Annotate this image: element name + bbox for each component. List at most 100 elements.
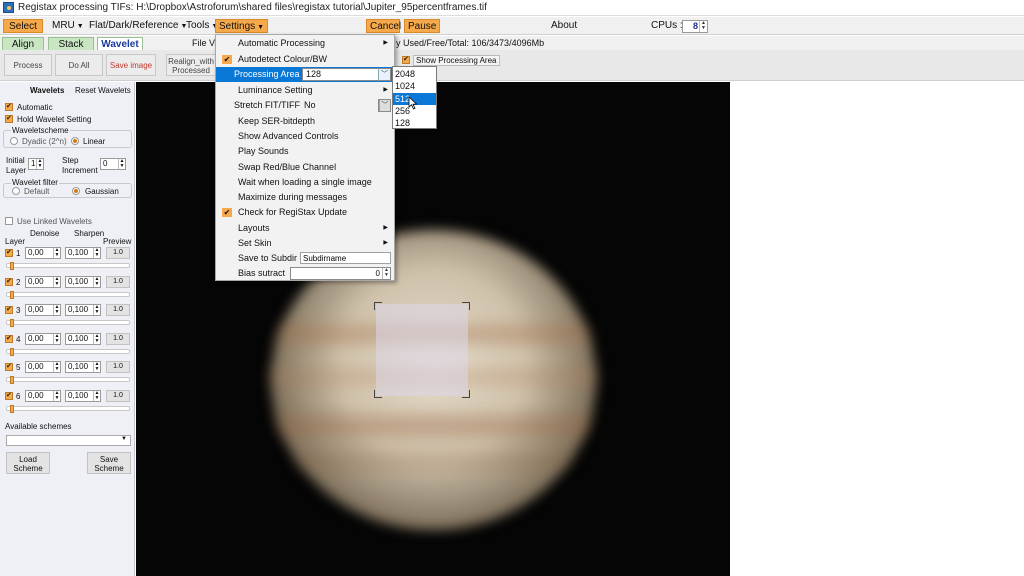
stretch-combo[interactable]: ﹀	[378, 99, 391, 112]
layer-checkbox[interactable]	[5, 334, 13, 343]
spin-arrows-icon[interactable]: ▲ ▼	[93, 333, 100, 344]
wavelets-tab[interactable]: Wavelets	[30, 86, 64, 95]
linear-radio[interactable]	[71, 137, 79, 145]
spin-arrows-icon[interactable]: ▲ ▼	[93, 276, 100, 287]
denoise-stepper[interactable]: 0,00 ▲ ▼	[25, 361, 61, 373]
gaussian-filter-radio[interactable]	[72, 187, 80, 195]
chevron-down-icon[interactable]: ﹀	[378, 69, 390, 80]
load-scheme-button[interactable]: Load Scheme	[6, 452, 50, 474]
spin-arrows-icon[interactable]: ▲ ▼	[53, 362, 60, 372]
processing-area-combo[interactable]: 128 ﹀	[302, 68, 391, 81]
layer-slider[interactable]	[6, 319, 130, 327]
menu-layouts[interactable]: Layouts ▶	[216, 221, 394, 236]
pause-button[interactable]: Pause	[404, 19, 440, 33]
processing-area-rectangle[interactable]	[374, 302, 470, 398]
tab-wavelet[interactable]: Wavelet	[97, 37, 143, 50]
layer-slider[interactable]	[6, 376, 130, 384]
spin-arrows-icon[interactable]: ▲ ▼	[118, 159, 125, 169]
reset-wavelets-button[interactable]: Reset Wavelets	[75, 86, 131, 95]
cancel-button[interactable]: Cancel	[366, 19, 401, 33]
sharpen-stepper[interactable]: 0,100 ▲ ▼	[65, 332, 101, 345]
menu-select[interactable]: Select	[3, 19, 43, 33]
show-processing-area-checkbox[interactable]	[402, 55, 410, 64]
tab-align[interactable]: Align	[2, 37, 44, 50]
process-button[interactable]: Process	[4, 54, 52, 76]
cpus-stepper[interactable]: 8 ▲ ▼	[682, 20, 708, 33]
preview-button[interactable]: 1.0	[106, 389, 130, 402]
initial-layer-stepper[interactable]: 1 ▲ ▼	[28, 158, 44, 170]
denoise-stepper[interactable]: 0,00 ▲ ▼	[25, 304, 61, 316]
menu-mru[interactable]: MRU ▼	[49, 19, 87, 33]
layer-slider[interactable]	[6, 404, 130, 413]
menu-stretch-fit-tiff[interactable]: Stretch FIT/TIFF No ﹀	[216, 98, 394, 113]
layer-checkbox[interactable]	[5, 248, 13, 257]
subdir-name-input[interactable]	[300, 252, 391, 264]
menu-automatic-processing[interactable]: Automatic Processing ▶	[216, 36, 394, 51]
default-filter-radio[interactable]	[12, 187, 20, 195]
layer-slider[interactable]	[6, 262, 130, 270]
denoise-stepper[interactable]: 0,00 ▲ ▼	[25, 389, 61, 402]
menu-bias-subtract[interactable]: Bias sutract 0 ▲ ▼	[216, 266, 394, 281]
spin-arrows-icon[interactable]: ▲ ▼	[699, 21, 707, 32]
slider-thumb[interactable]	[10, 290, 14, 299]
sharpen-stepper[interactable]: 0,100 ▲ ▼	[65, 389, 101, 402]
save-scheme-button[interactable]: Save Scheme	[87, 452, 131, 474]
slider-thumb[interactable]	[10, 319, 14, 327]
slider-thumb[interactable]	[10, 404, 14, 413]
spin-arrows-icon[interactable]: ▲ ▼	[53, 276, 60, 287]
layer-slider[interactable]	[6, 347, 130, 356]
preview-button[interactable]: 1.0	[106, 275, 130, 288]
processing-area-option[interactable]: 1024	[393, 80, 436, 92]
preview-button[interactable]: 1.0	[106, 332, 130, 345]
menu-play-sounds[interactable]: Play Sounds	[216, 144, 394, 159]
layer-checkbox[interactable]	[5, 277, 13, 286]
menu-about[interactable]: About	[548, 19, 580, 33]
denoise-stepper[interactable]: 0,00 ▲ ▼	[25, 247, 61, 259]
menu-settings[interactable]: Settings ▼	[215, 19, 269, 33]
menu-set-skin[interactable]: Set Skin ▶	[216, 236, 394, 251]
spin-arrows-icon[interactable]: ▲ ▼	[53, 390, 60, 401]
layer-checkbox[interactable]	[5, 362, 13, 371]
layer-slider[interactable]	[6, 290, 130, 299]
menu-swap-red-blue[interactable]: Swap Red/Blue Channel	[216, 160, 394, 175]
tab-stack[interactable]: Stack	[48, 37, 94, 50]
automatic-checkbox[interactable]	[5, 102, 13, 111]
menu-luminance-setting[interactable]: Luminance Setting ▶	[216, 83, 394, 98]
preview-button[interactable]: 1.0	[106, 361, 130, 373]
spin-arrows-icon[interactable]: ▲ ▼	[36, 159, 43, 169]
save-image-button[interactable]: Save image	[106, 54, 156, 76]
dyadic-radio[interactable]	[10, 137, 18, 145]
menu-show-advanced-controls[interactable]: Show Advanced Controls	[216, 129, 394, 144]
do-all-button[interactable]: Do All	[55, 54, 103, 76]
step-increment-stepper[interactable]: 0 ▲ ▼	[100, 158, 126, 170]
menu-save-to-subdir[interactable]: Save to Subdir	[216, 251, 394, 266]
processing-area-option[interactable]: 128	[393, 117, 436, 129]
menu-processing-area[interactable]: Processing Area 128 ﹀	[216, 67, 394, 82]
slider-thumb[interactable]	[10, 376, 14, 384]
layer-checkbox[interactable]	[5, 391, 13, 400]
preview-button[interactable]: 1.0	[106, 304, 130, 316]
spin-arrows-icon[interactable]: ▲ ▼	[53, 333, 60, 344]
sharpen-stepper[interactable]: 0,100 ▲ ▼	[65, 275, 101, 288]
menu-autodetect-colour[interactable]: ✔ Autodetect Colour/BW	[216, 52, 394, 67]
spin-arrows-icon[interactable]: ▲ ▼	[93, 248, 100, 258]
menu-maximize-messages[interactable]: Maximize during messages	[216, 190, 394, 205]
sharpen-stepper[interactable]: 0,100 ▲ ▼	[65, 247, 101, 259]
realign-with-processed-button[interactable]: Realign_with Processed	[166, 54, 216, 76]
layer-checkbox[interactable]	[5, 305, 13, 314]
denoise-stepper[interactable]: 0,00 ▲ ▼	[25, 275, 61, 288]
sharpen-stepper[interactable]: 0,100 ▲ ▼	[65, 361, 101, 373]
spin-arrows-icon[interactable]: ▲ ▼	[53, 248, 60, 258]
schemes-select[interactable]: ▼	[6, 435, 131, 446]
use-linked-wavelets-checkbox[interactable]	[5, 217, 13, 225]
spin-arrows-icon[interactable]: ▲ ▼	[93, 305, 100, 315]
slider-thumb[interactable]	[10, 262, 14, 270]
menu-flat-dark-reference[interactable]: Flat/Dark/Reference ▼	[86, 19, 190, 33]
sharpen-stepper[interactable]: 0,100 ▲ ▼	[65, 304, 101, 316]
slider-thumb[interactable]	[10, 347, 14, 356]
menu-wait-loading[interactable]: Wait when loading a single image	[216, 175, 394, 190]
menu-keep-ser-bitdepth[interactable]: Keep SER-bitdepth	[216, 114, 394, 129]
spin-arrows-icon[interactable]: ▲ ▼	[53, 305, 60, 315]
spin-arrows-icon[interactable]: ▲ ▼	[93, 362, 100, 372]
menu-check-update[interactable]: ✔ Check for RegiStax Update	[216, 205, 394, 220]
